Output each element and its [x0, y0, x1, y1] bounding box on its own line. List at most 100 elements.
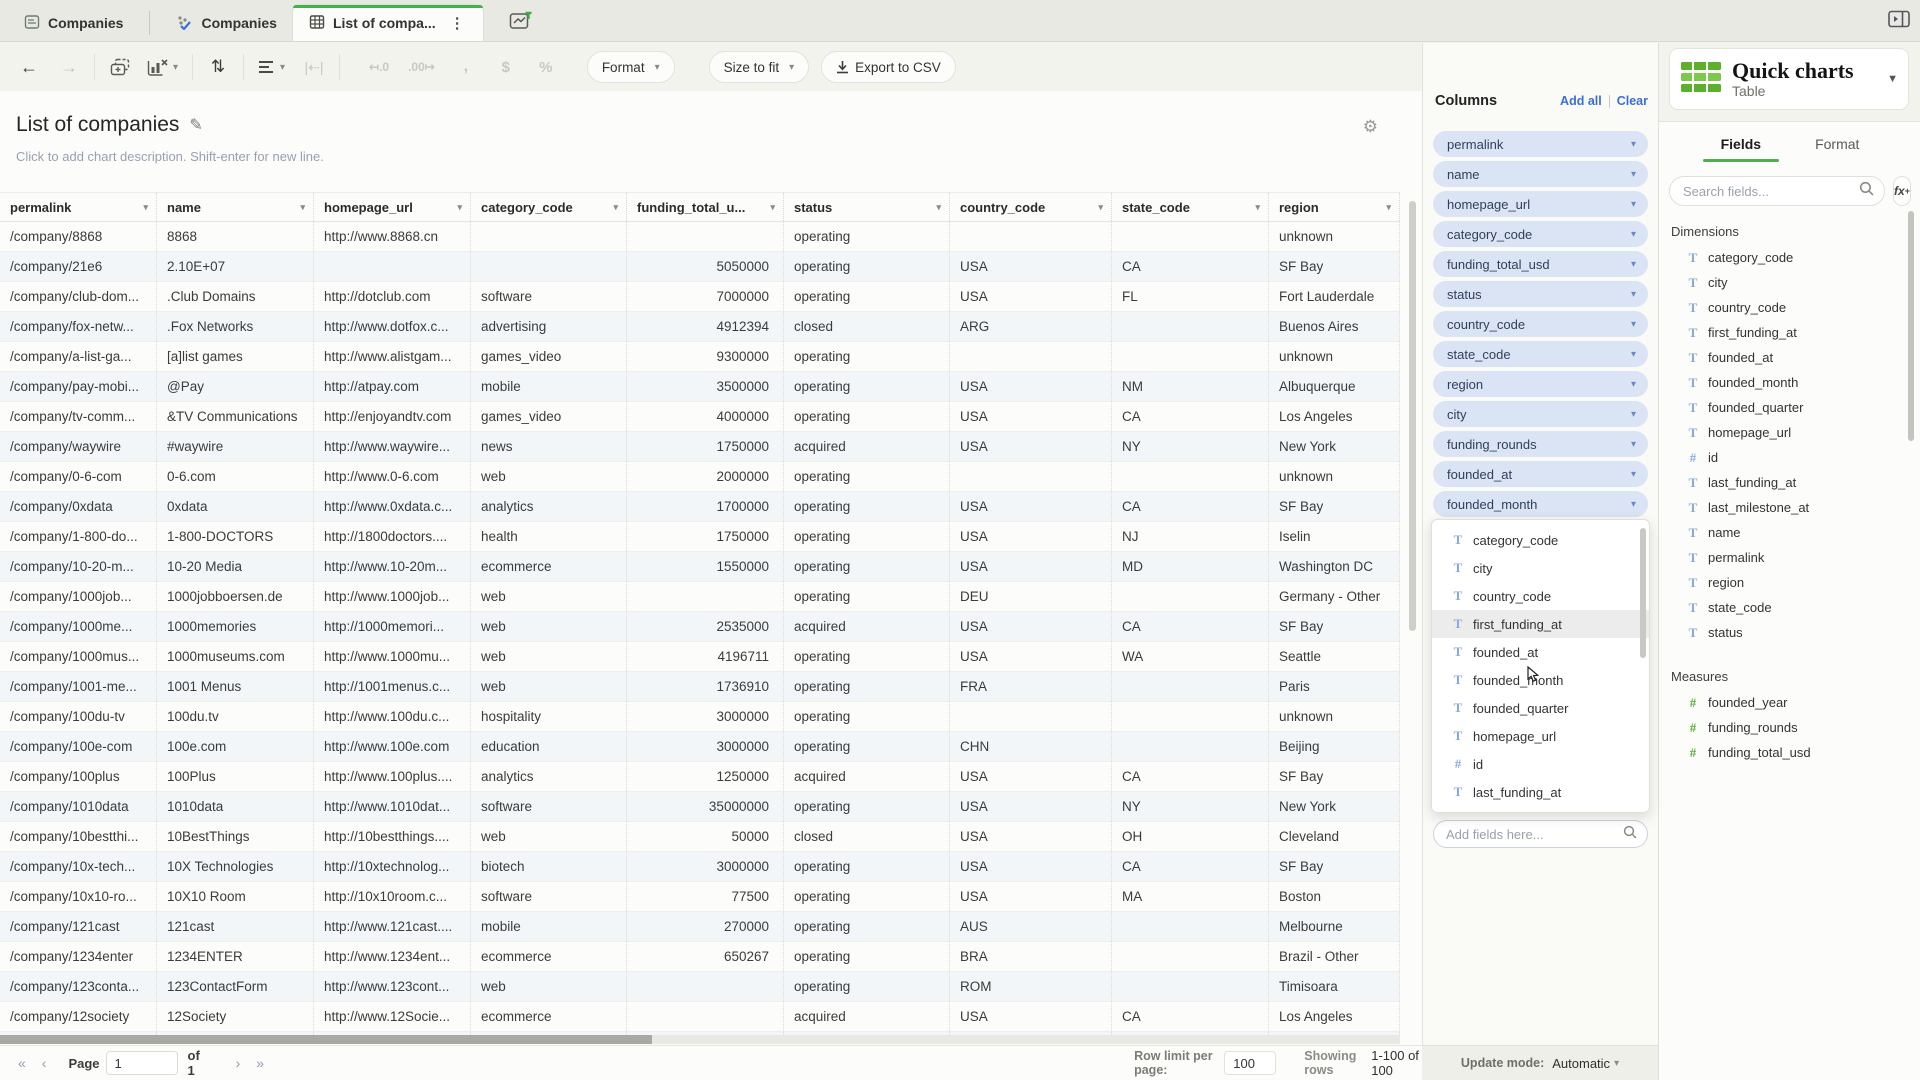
table-header-cell[interactable]: country_code ▾ [950, 193, 1112, 221]
field-picker-item[interactable]: # id [1432, 750, 1649, 778]
table-cell[interactable]: http://www.1000mu... [314, 642, 471, 671]
table-cell[interactable]: New York [1269, 432, 1400, 461]
table-cell[interactable]: ARG [950, 312, 1112, 341]
table-row[interactable]: /company/1000job... 1000jobboersen.de http… [0, 582, 1400, 612]
table-cell[interactable]: Melbourne [1269, 912, 1400, 941]
widget-type-card[interactable]: Quick charts Table ▼ [1669, 48, 1909, 110]
table-cell[interactable]: operating [784, 642, 950, 671]
table-cell[interactable]: 270000 [627, 912, 784, 941]
tab-menu-kebab-icon[interactable]: ⋮ [448, 14, 467, 32]
table-cell[interactable]: http://www.12Socie... [314, 1002, 471, 1031]
table-cell[interactable]: http://www.dotfox.c... [314, 312, 471, 341]
column-chip[interactable]: funding_total_usd ▾ [1433, 251, 1648, 277]
table-cell[interactable]: 0xdata [157, 492, 314, 521]
table-cell[interactable]: Beijing [1269, 732, 1400, 761]
table-cell[interactable]: USA [950, 852, 1112, 881]
table-cell[interactable]: http://1800doctors.... [314, 522, 471, 551]
table-cell[interactable] [950, 462, 1112, 491]
last-page-button[interactable]: » [248, 1055, 272, 1071]
table-cell[interactable]: operating [784, 462, 950, 491]
table-cell[interactable] [1112, 312, 1269, 341]
table-cell[interactable] [471, 252, 627, 281]
table-cell[interactable]: unknown [1269, 222, 1400, 251]
table-cell[interactable]: /company/8868 [0, 222, 157, 251]
table-cell[interactable]: news [471, 432, 627, 461]
table-cell[interactable] [471, 222, 627, 251]
remove-chart-button[interactable]: ▾ [143, 51, 182, 83]
table-cell[interactable]: CA [1112, 612, 1269, 641]
table-cell[interactable]: ROM [950, 972, 1112, 1001]
table-row[interactable]: /company/10x-tech... 10X Technologies http… [0, 852, 1400, 882]
table-cell[interactable]: /company/1010data [0, 792, 157, 821]
column-chip[interactable]: status ▾ [1433, 281, 1648, 307]
table-cell[interactable]: acquired [784, 612, 950, 641]
table-cell[interactable] [1112, 942, 1269, 971]
tab-fields[interactable]: Fields [1702, 136, 1780, 162]
table-row[interactable]: /company/123conta... 123ContactForm http:/… [0, 972, 1400, 1002]
chevron-down-icon[interactable]: ▾ [1631, 199, 1636, 210]
table-cell[interactable]: Seattle [1269, 642, 1400, 671]
table-cell[interactable]: 3000000 [627, 732, 784, 761]
table-cell[interactable]: USA [950, 1002, 1112, 1031]
table-cell[interactable]: USA [950, 282, 1112, 311]
table-cell[interactable]: Boston [1269, 882, 1400, 911]
table-row[interactable]: /company/1234enter 1234ENTER http://www.12… [0, 942, 1400, 972]
increase-decimals-button[interactable]: .00 ↦ [404, 51, 439, 83]
table-row[interactable]: /company/a-list-ga... [a]list games http:/… [0, 342, 1400, 372]
table-cell[interactable]: http://10bestthings.... [314, 822, 471, 851]
table-cell[interactable]: operating [784, 252, 950, 281]
field-picker-item[interactable]: T category_code [1432, 526, 1649, 554]
table-cell[interactable]: MD [1112, 552, 1269, 581]
dimension-item[interactable]: T region [1659, 570, 1920, 595]
table-cell[interactable]: 123ContactForm [157, 972, 314, 1001]
table-cell[interactable] [950, 222, 1112, 251]
table-row[interactable]: /company/100du-tv 100du.tv http://www.100d… [0, 702, 1400, 732]
table-cell[interactable]: /company/10bestthi... [0, 822, 157, 851]
table-cell[interactable]: http://1000memori... [314, 612, 471, 641]
table-cell[interactable]: SF Bay [1269, 492, 1400, 521]
table-cell[interactable]: acquired [784, 432, 950, 461]
table-cell[interactable]: http://www.alistgam... [314, 342, 471, 371]
table-cell[interactable]: /company/10-20-m... [0, 552, 157, 581]
table-cell[interactable]: 9300000 [627, 342, 784, 371]
table-cell[interactable]: /company/12society [0, 1002, 157, 1031]
table-row[interactable]: /company/1-800-do... 1-800-DOCTORS http://… [0, 522, 1400, 552]
table-cell[interactable]: Los Angeles [1269, 1002, 1400, 1031]
table-cell[interactable]: 0-6.com [157, 462, 314, 491]
table-cell[interactable]: FL [1112, 282, 1269, 311]
table-cell[interactable]: USA [950, 252, 1112, 281]
table-cell[interactable]: MA [1112, 882, 1269, 911]
table-cell[interactable]: closed [784, 822, 950, 851]
table-cell[interactable]: web [471, 462, 627, 491]
column-chip[interactable]: category_code ▾ [1433, 221, 1648, 247]
table-cell[interactable] [1112, 672, 1269, 701]
table-cell[interactable]: 35000000 [627, 792, 784, 821]
table-cell[interactable] [1112, 702, 1269, 731]
table-cell[interactable]: http://www.100e.com [314, 732, 471, 761]
table-cell[interactable] [950, 702, 1112, 731]
table-cell[interactable]: operating [784, 492, 950, 521]
table-cell[interactable]: SF Bay [1269, 612, 1400, 641]
table-cell[interactable]: 10X10 Room [157, 882, 314, 911]
table-cell[interactable]: 2535000 [627, 612, 784, 641]
table-cell[interactable]: operating [784, 672, 950, 701]
table-cell[interactable]: http://www.8868.cn [314, 222, 471, 251]
table-cell[interactable]: operating [784, 342, 950, 371]
table-cell[interactable]: DEU [950, 582, 1112, 611]
dimension-item[interactable]: T city [1659, 270, 1920, 295]
gear-icon[interactable]: ⚙ [1363, 117, 1378, 137]
column-chip[interactable]: city ▾ [1433, 401, 1648, 427]
table-cell[interactable]: operating [784, 912, 950, 941]
table-cell[interactable]: web [471, 672, 627, 701]
table-cell[interactable]: 100Plus [157, 762, 314, 791]
table-cell[interactable]: USA [950, 612, 1112, 641]
table-cell[interactable]: 1234ENTER [157, 942, 314, 971]
chevron-down-icon[interactable]: ▾ [1631, 499, 1636, 510]
table-header-cell[interactable]: name ▾ [157, 193, 314, 221]
table-cell[interactable]: web [471, 822, 627, 851]
table-horizontal-scrollbar-thumb[interactable] [0, 1035, 652, 1044]
table-cell[interactable] [627, 1002, 784, 1031]
table-cell[interactable] [314, 252, 471, 281]
table-cell[interactable]: 4196711 [627, 642, 784, 671]
table-cell[interactable]: Iselin [1269, 522, 1400, 551]
